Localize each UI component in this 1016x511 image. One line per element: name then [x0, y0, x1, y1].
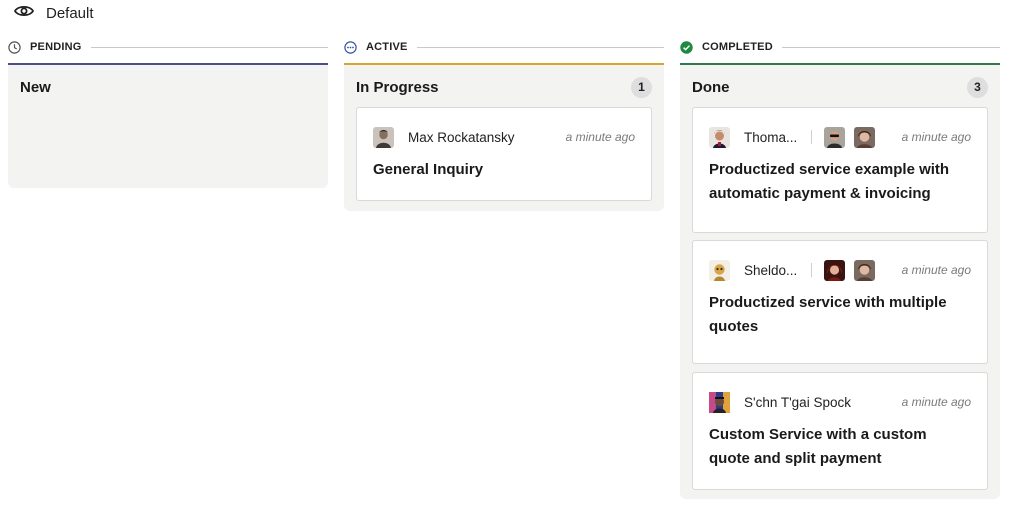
- lane-in-progress: In Progress 1 Max Rockatansky a minute a…: [344, 63, 664, 211]
- timestamp: a minute ago: [901, 130, 971, 144]
- assignee-name: Thoma...: [744, 129, 798, 145]
- divider: [811, 130, 813, 144]
- assignee-name: S'chn T'gai Spock: [744, 394, 851, 410]
- column-header: COMPLETED: [680, 38, 1000, 56]
- lane-new: New: [8, 63, 328, 188]
- column-pending: PENDING New: [8, 38, 328, 188]
- avatar: [709, 126, 730, 148]
- avatar: [709, 259, 730, 281]
- card-title: Productized service example with automat…: [709, 161, 950, 202]
- column-header: ACTIVE: [344, 38, 664, 56]
- avatar: [854, 126, 876, 148]
- task-card[interactable]: Sheldo... a minute ago Productized servi…: [692, 240, 988, 364]
- divider: [90, 46, 328, 48]
- card-title: General Inquiry: [373, 161, 484, 178]
- divider: [416, 46, 664, 48]
- column-active: ACTIVE In Progress 1 Max Rockatansky a m…: [344, 38, 664, 211]
- column-header: PENDING: [8, 38, 328, 56]
- avatar: [709, 391, 730, 413]
- column-title: COMPLETED: [702, 41, 773, 53]
- task-card[interactable]: Max Rockatansky a minute ago General Inq…: [356, 107, 652, 201]
- avatar: [824, 259, 846, 281]
- column-title: ACTIVE: [366, 41, 408, 53]
- column-title: PENDING: [30, 41, 82, 53]
- assignee-name: Max Rockatansky: [408, 129, 515, 145]
- card-title: Custom Service with a custom quote and s…: [709, 426, 927, 467]
- avatar: [854, 259, 876, 281]
- clock-icon: [8, 40, 21, 54]
- column-completed: COMPLETED Done 3 Thoma... a minute ago P…: [680, 38, 1000, 499]
- timestamp: a minute ago: [901, 263, 971, 277]
- count-badge: 3: [967, 76, 988, 98]
- assignee-name: Sheldo...: [744, 262, 798, 278]
- lane-title: New: [20, 78, 51, 96]
- task-card[interactable]: Thoma... a minute ago Productized servic…: [692, 107, 988, 233]
- card-title: Productized service with multiple quotes: [709, 294, 947, 335]
- timestamp: a minute ago: [901, 395, 971, 409]
- timestamp: a minute ago: [565, 130, 635, 144]
- check-circle-icon: [680, 40, 693, 54]
- view-switcher[interactable]: Default: [13, 4, 94, 23]
- lane-title: In Progress: [356, 78, 439, 96]
- eye-icon: [13, 4, 35, 23]
- view-label: Default: [46, 4, 94, 22]
- avatar: [373, 126, 394, 148]
- lane-title: Done: [692, 78, 730, 96]
- task-card[interactable]: S'chn T'gai Spock a minute ago Custom Se…: [692, 372, 988, 490]
- divider: [811, 263, 813, 277]
- divider: [781, 46, 1000, 48]
- lane-done: Done 3 Thoma... a minute ago Productized…: [680, 63, 1000, 499]
- avatar: [824, 126, 846, 148]
- count-badge: 1: [631, 76, 652, 98]
- ellipsis-circle-icon: [344, 40, 357, 54]
